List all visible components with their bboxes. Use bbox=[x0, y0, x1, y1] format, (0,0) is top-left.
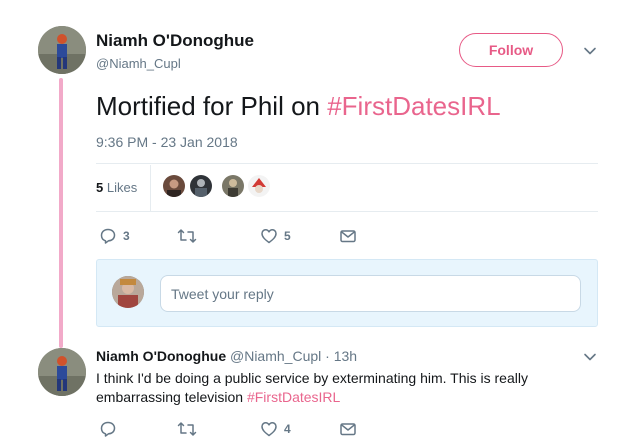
author-handle[interactable]: @Niamh_Cupl bbox=[96, 56, 181, 71]
retweet-action[interactable] bbox=[177, 227, 203, 245]
reply-author-avatar[interactable] bbox=[38, 348, 86, 396]
retweet-icon bbox=[177, 420, 197, 438]
tweet-text-body: Mortified for Phil on bbox=[96, 91, 328, 121]
liker-avatar-1[interactable] bbox=[163, 175, 185, 197]
chevron-down-icon[interactable] bbox=[583, 350, 597, 364]
envelope-icon bbox=[339, 227, 357, 245]
retweet-icon bbox=[177, 227, 197, 245]
reply-header: Niamh O'Donoghue @Niamh_Cupl · 13h bbox=[96, 348, 357, 364]
hashtag-link[interactable]: #FirstDatesIRL bbox=[247, 389, 340, 405]
reply-author-handle[interactable]: @Niamh_Cupl bbox=[230, 348, 321, 364]
divider bbox=[96, 163, 598, 164]
like-count: 4 bbox=[284, 422, 291, 436]
author-avatar[interactable] bbox=[38, 26, 86, 74]
envelope-icon bbox=[339, 420, 357, 438]
like-action[interactable]: 4 bbox=[260, 420, 291, 438]
follow-button[interactable]: Follow bbox=[459, 33, 563, 67]
vertical-divider bbox=[150, 165, 151, 211]
reply-action[interactable]: 3 bbox=[99, 227, 130, 245]
liker-avatar-2[interactable] bbox=[190, 175, 212, 197]
current-user-avatar[interactable] bbox=[112, 276, 144, 308]
heart-icon bbox=[260, 420, 278, 438]
tweet-timestamp[interactable]: 9:36 PM - 23 Jan 2018 bbox=[96, 134, 238, 150]
likes-word: Likes bbox=[103, 180, 138, 195]
divider bbox=[96, 211, 598, 212]
reply-icon bbox=[99, 227, 117, 245]
like-action[interactable]: 5 bbox=[260, 227, 291, 245]
liker-avatar-3[interactable] bbox=[222, 175, 244, 197]
reply-icon bbox=[99, 420, 117, 438]
like-count: 5 bbox=[284, 229, 291, 243]
direct-message-action[interactable] bbox=[339, 227, 357, 245]
retweet-action[interactable] bbox=[177, 420, 203, 438]
likes-count[interactable]: 5 Likes bbox=[96, 180, 137, 195]
reply-action[interactable] bbox=[99, 420, 123, 438]
hashtag-link[interactable]: #FirstDatesIRL bbox=[327, 91, 500, 121]
reply-count: 3 bbox=[123, 229, 130, 243]
author-name[interactable]: Niamh O'Donoghue bbox=[96, 31, 254, 51]
reply-author-name[interactable]: Niamh O'Donoghue bbox=[96, 348, 226, 364]
thread-connector-line bbox=[59, 78, 63, 348]
chevron-down-icon[interactable] bbox=[583, 44, 597, 58]
heart-icon bbox=[260, 227, 278, 245]
separator-dot: · bbox=[321, 348, 334, 364]
liker-avatar-4[interactable] bbox=[248, 175, 270, 197]
reply-time[interactable]: 13h bbox=[334, 348, 357, 364]
reply-input[interactable]: Tweet your reply bbox=[160, 275, 581, 312]
reply-tweet-text: I think I'd be doing a public service by… bbox=[96, 369, 566, 407]
direct-message-action[interactable] bbox=[339, 420, 357, 438]
tweet-text: Mortified for Phil on #FirstDatesIRL bbox=[96, 91, 501, 122]
